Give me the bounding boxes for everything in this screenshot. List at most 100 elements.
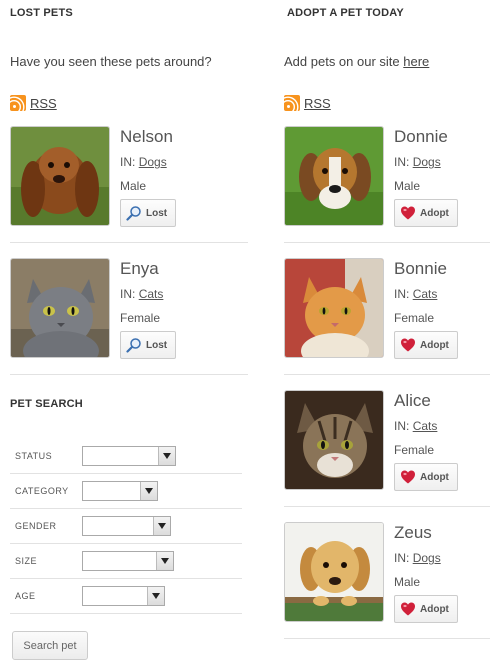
adopt-pet-card: Zeus IN: Dogs Male Adopt: [284, 522, 490, 623]
pet-name: Nelson: [120, 127, 173, 146]
pet-in-label: IN:: [394, 155, 410, 169]
pet-category: IN: Cats: [394, 419, 437, 433]
pet-photo-zeus[interactable]: [284, 522, 384, 622]
category-select[interactable]: [82, 481, 158, 501]
divider: [284, 374, 490, 375]
lost-button-label: Lost: [146, 339, 168, 351]
lost-pets-title: LOST PETS: [10, 7, 73, 19]
chevron-down-icon: [140, 482, 157, 500]
chevron-down-icon: [147, 587, 164, 605]
magnifier-icon: [126, 337, 142, 353]
pet-search-title: PET SEARCH: [10, 398, 83, 410]
rss-label: RSS: [304, 95, 331, 111]
adopt-button-label: Adopt: [420, 339, 449, 351]
search-row-size: SIZE: [10, 544, 242, 579]
category-link-cats[interactable]: Cats: [139, 287, 164, 301]
pet-gender: Female: [394, 443, 435, 457]
category-link-cats[interactable]: Cats: [413, 419, 438, 433]
heart-icon: [400, 469, 416, 485]
pet-in-label: IN:: [120, 155, 136, 169]
lost-pet-card: Enya IN: Cats Female Lost: [10, 258, 248, 359]
lost-button-label: Lost: [146, 207, 168, 219]
chevron-down-icon: [156, 552, 173, 570]
adopt-button-label: Adopt: [420, 471, 449, 483]
adopt-button[interactable]: Adopt: [394, 595, 458, 623]
adopt-intro-text: Add pets on our site: [284, 54, 400, 69]
category-link-dogs[interactable]: Dogs: [413, 155, 441, 169]
pet-photo-nelson[interactable]: [10, 126, 110, 226]
pet-in-label: IN:: [394, 551, 410, 565]
gender-select[interactable]: [82, 516, 171, 536]
pet-photo-bonnie[interactable]: [284, 258, 384, 358]
heart-icon: [400, 601, 416, 617]
pet-category: IN: Cats: [394, 287, 437, 301]
pet-gender: Female: [394, 311, 435, 325]
adopt-intro: Add pets on our site here: [284, 54, 429, 69]
adopt-pet-card: Bonnie IN: Cats Female Adopt: [284, 258, 490, 359]
adopt-button-label: Adopt: [420, 603, 449, 615]
search-row-age: AGE: [10, 579, 242, 614]
search-label: AGE: [15, 591, 36, 601]
pet-category: IN: Dogs: [394, 155, 441, 169]
heart-icon: [400, 337, 416, 353]
search-row-category: CATEGORY: [10, 474, 242, 509]
pet-category: IN: Dogs: [394, 551, 441, 565]
rss-icon: [10, 95, 26, 111]
rss-label: RSS: [30, 95, 57, 111]
pet-in-label: IN:: [394, 419, 410, 433]
search-label: STATUS: [15, 451, 53, 461]
search-label: SIZE: [15, 556, 38, 566]
lost-pets-intro: Have you seen these pets around?: [10, 54, 212, 69]
pet-name: Donnie: [394, 127, 448, 146]
pet-in-label: IN:: [120, 287, 136, 301]
search-row-status: STATUS: [10, 439, 242, 474]
lost-button[interactable]: Lost: [120, 331, 177, 359]
pet-name: Bonnie: [394, 259, 447, 278]
divider: [10, 242, 248, 243]
add-pets-link[interactable]: here: [403, 54, 429, 69]
lost-rss-link[interactable]: RSS: [10, 95, 57, 111]
pet-gender: Female: [120, 311, 161, 325]
adopt-rss-link[interactable]: RSS: [284, 95, 331, 111]
adopt-button[interactable]: Adopt: [394, 463, 458, 491]
search-label: CATEGORY: [15, 486, 69, 496]
lost-button[interactable]: Lost: [120, 199, 177, 227]
adopt-button-label: Adopt: [420, 207, 449, 219]
chevron-down-icon: [158, 447, 175, 465]
divider: [284, 506, 490, 507]
search-label: GENDER: [15, 521, 57, 531]
pet-name: Enya: [120, 259, 159, 278]
magnifier-icon: [126, 205, 142, 221]
pet-photo-donnie[interactable]: [284, 126, 384, 226]
pet-gender: Male: [394, 179, 421, 193]
adopt-pet-card: Donnie IN: Dogs Male Adopt: [284, 126, 490, 227]
pet-photo-alice[interactable]: [284, 390, 384, 490]
heart-icon: [400, 205, 416, 221]
divider: [284, 638, 490, 639]
size-select[interactable]: [82, 551, 174, 571]
pet-in-label: IN:: [394, 287, 410, 301]
search-pet-button[interactable]: Search pet: [12, 631, 88, 660]
status-select[interactable]: [82, 446, 176, 466]
pet-name: Zeus: [394, 523, 432, 542]
pet-gender: Male: [120, 179, 147, 193]
age-select[interactable]: [82, 586, 165, 606]
pet-category: IN: Cats: [120, 287, 163, 301]
rss-icon: [284, 95, 300, 111]
divider: [284, 242, 490, 243]
lost-pet-card: Nelson IN: Dogs Male Lost: [10, 126, 248, 227]
category-link-dogs[interactable]: Dogs: [413, 551, 441, 565]
adopt-title: ADOPT A PET TODAY: [287, 7, 404, 19]
divider: [10, 374, 248, 375]
adopt-pet-card: Alice IN: Cats Female Adopt: [284, 390, 490, 491]
search-row-gender: GENDER: [10, 509, 242, 544]
adopt-button[interactable]: Adopt: [394, 331, 458, 359]
pet-category: IN: Dogs: [120, 155, 167, 169]
category-link-dogs[interactable]: Dogs: [139, 155, 167, 169]
adopt-button[interactable]: Adopt: [394, 199, 458, 227]
pet-photo-enya[interactable]: [10, 258, 110, 358]
category-link-cats[interactable]: Cats: [413, 287, 438, 301]
pet-gender: Male: [394, 575, 421, 589]
pet-name: Alice: [394, 391, 431, 410]
chevron-down-icon: [153, 517, 170, 535]
